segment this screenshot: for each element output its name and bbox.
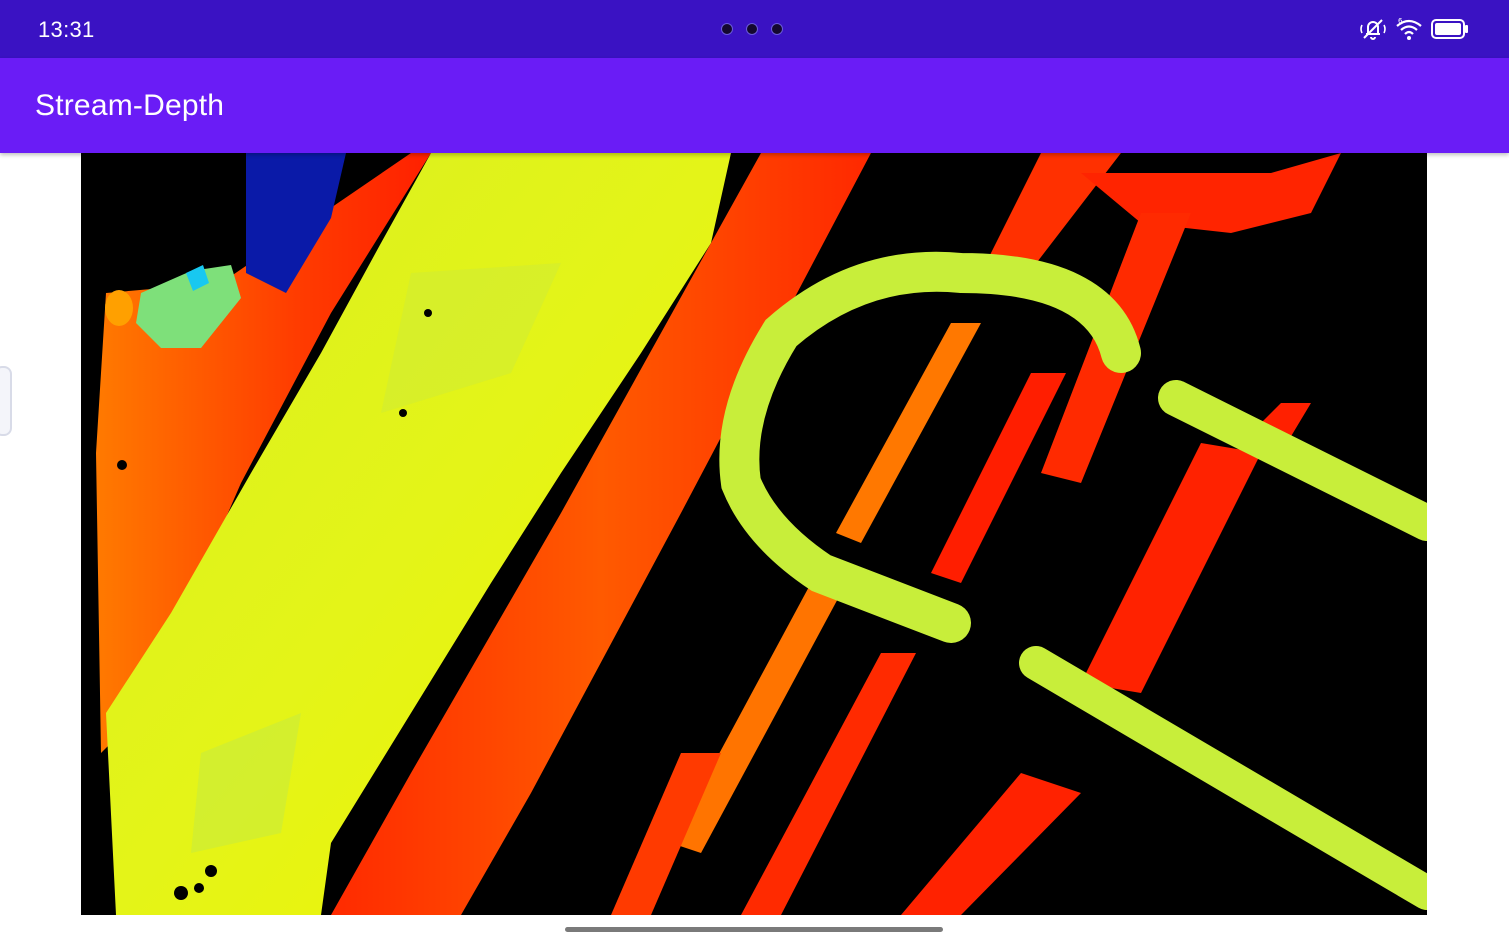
depth-stream-view [81, 153, 1427, 915]
dot-icon [771, 23, 783, 35]
battery-icon [1431, 18, 1469, 45]
status-icons: 6 [1359, 16, 1469, 47]
dot-icon [721, 23, 733, 35]
depth-image [81, 153, 1427, 915]
do-not-disturb-icon [1359, 16, 1387, 47]
app-title: Stream-Depth [35, 89, 225, 122]
dot-icon [746, 23, 758, 35]
multitask-dots[interactable] [721, 23, 783, 35]
side-panel-handle[interactable] [0, 366, 12, 436]
status-time: 13:31 [38, 17, 95, 42]
app-bar: Stream-Depth [0, 58, 1509, 153]
home-indicator[interactable] [565, 927, 943, 932]
svg-text:6: 6 [1398, 17, 1403, 25]
wifi-icon: 6 [1395, 16, 1423, 47]
status-bar: 13:31 6 [0, 0, 1509, 58]
